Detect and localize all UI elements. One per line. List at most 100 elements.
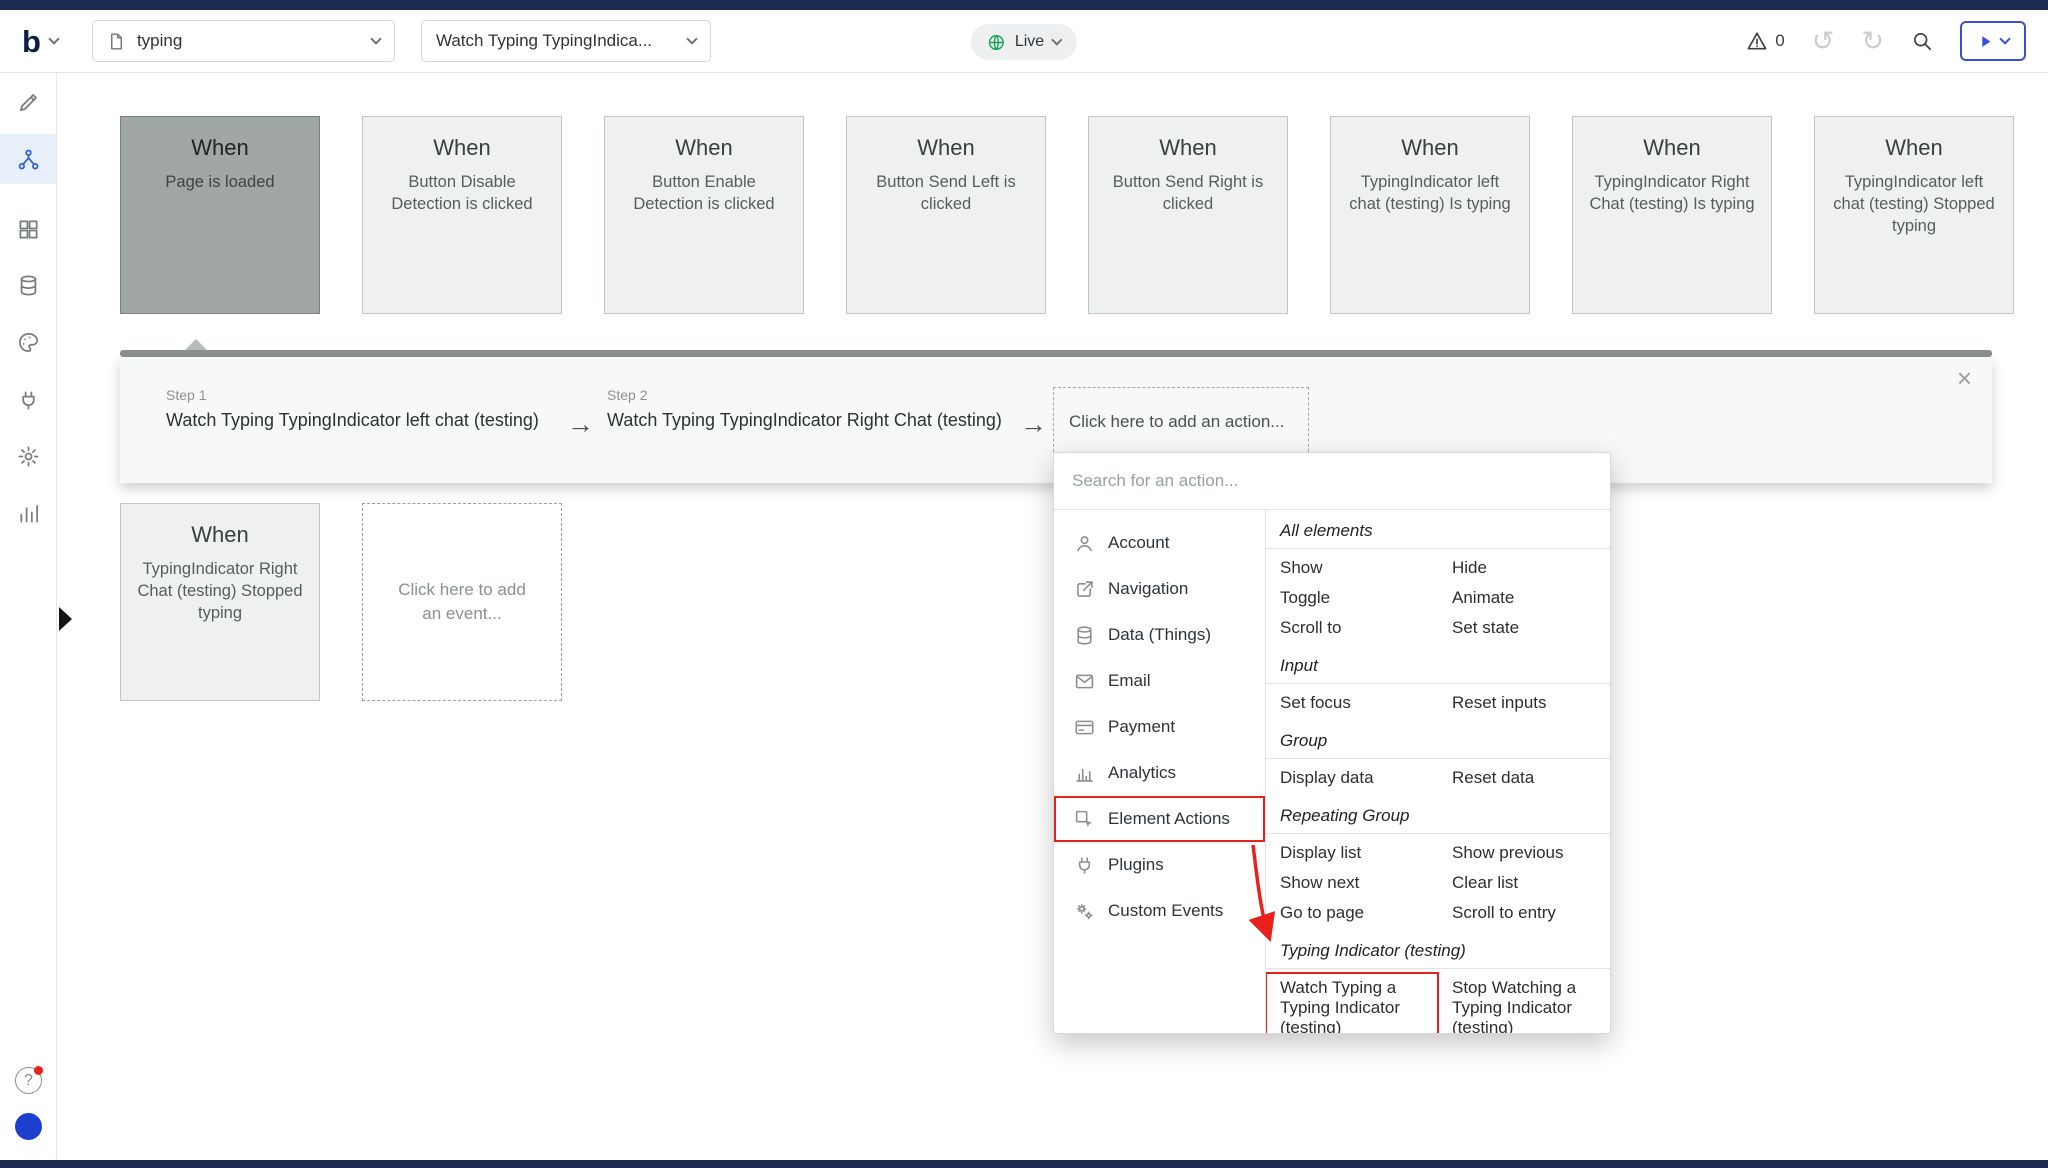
- event-card[interactable]: WhenTypingIndicator Right Chat (testing)…: [1572, 116, 1772, 314]
- category-label: Email: [1108, 671, 1151, 691]
- bottom-strip: [0, 1160, 2048, 1168]
- event-card[interactable]: WhenTypingIndicator Right Chat (testing)…: [120, 503, 320, 701]
- category-navigation[interactable]: Navigation: [1054, 566, 1265, 612]
- event-card[interactable]: WhenPage is loaded: [120, 116, 320, 314]
- sidebar-item-settings[interactable]: [0, 431, 56, 481]
- page-selector-value: typing: [137, 31, 361, 51]
- category-payment[interactable]: Payment: [1054, 704, 1265, 750]
- gears-icon: [1074, 901, 1095, 922]
- action-sections: All elementsShowHideToggleAnimateScroll …: [1266, 510, 1610, 1033]
- event-card[interactable]: WhenButton Disable Detection is clicked: [362, 116, 562, 314]
- event-card-subtitle: Button Enable Detection is clicked: [617, 172, 791, 216]
- payment-icon: [1074, 717, 1095, 738]
- action-item-clear-list[interactable]: Clear list: [1438, 868, 1610, 898]
- category-element-actions[interactable]: Element Actions: [1054, 796, 1265, 842]
- toolbar: b typing Watch Typing TypingIndica... Li…: [0, 10, 2048, 73]
- sidebar-item-logs[interactable]: [0, 488, 56, 538]
- action-item-display-data[interactable]: Display data: [1266, 763, 1438, 793]
- category-analytics[interactable]: Analytics: [1054, 750, 1265, 796]
- sidebar-items: [0, 73, 56, 1160]
- undo-icon[interactable]: ↺: [1812, 28, 1835, 55]
- section-items: Display listShow previousShow nextClear …: [1266, 834, 1610, 932]
- panel-scrollbar[interactable]: [120, 350, 1992, 357]
- workflow-selector[interactable]: Watch Typing TypingIndica...: [421, 20, 711, 62]
- event-card-title: When: [1101, 135, 1275, 161]
- page-selector[interactable]: typing: [92, 20, 395, 62]
- step-name: Watch Typing TypingIndicator left chat (…: [166, 410, 539, 431]
- add-event-button[interactable]: Click here to add an event...: [362, 503, 562, 701]
- section-header: Group: [1266, 722, 1610, 759]
- collapse-arrow-icon[interactable]: [59, 607, 72, 631]
- add-action-button[interactable]: Click here to add an action...: [1053, 387, 1309, 457]
- help-button[interactable]: ?: [15, 1067, 42, 1094]
- action-item-show-next[interactable]: Show next: [1266, 868, 1438, 898]
- category-label: Element Actions: [1108, 809, 1230, 829]
- workflow-icon: [17, 148, 40, 171]
- chevron-down-icon: [686, 33, 697, 44]
- action-search-input[interactable]: [1072, 471, 1592, 491]
- action-item-show-previous[interactable]: Show previous: [1438, 838, 1610, 868]
- action-item-display-list[interactable]: Display list: [1266, 838, 1438, 868]
- category-label: Custom Events: [1108, 901, 1223, 921]
- category-account[interactable]: Account: [1054, 520, 1265, 566]
- action-item-stop-watching-a-typing-indicator-testing[interactable]: Stop Watching a Typing Indicator (testin…: [1438, 973, 1610, 1033]
- category-custom-events[interactable]: Custom Events: [1054, 888, 1265, 934]
- bubble-logo-menu[interactable]: b: [18, 26, 62, 57]
- action-item-set-state[interactable]: Set state: [1438, 613, 1610, 643]
- category-list: Account Navigation Data (Things) Email Payme…: [1054, 510, 1266, 1033]
- action-item-scroll-to-entry[interactable]: Scroll to entry: [1438, 898, 1610, 928]
- event-card-title: When: [1343, 135, 1517, 161]
- sidebar-item-data[interactable]: [0, 260, 56, 310]
- status-dot[interactable]: [15, 1113, 42, 1140]
- category-label: Navigation: [1108, 579, 1188, 599]
- event-card[interactable]: WhenButton Enable Detection is clicked: [604, 116, 804, 314]
- sidebar-item-styles[interactable]: [0, 317, 56, 367]
- action-item-scroll-to[interactable]: Scroll to: [1266, 613, 1438, 643]
- menu-section: Repeating GroupDisplay listShow previous…: [1266, 797, 1610, 932]
- plug-icon: [17, 389, 40, 412]
- chevron-down-icon: [1999, 33, 2010, 44]
- event-card[interactable]: When Button Send Left is clicked: [846, 116, 1046, 314]
- action-item-watch-typing-a-typing-indicator-testing[interactable]: Watch Typing a Typing Indicator (testing…: [1266, 973, 1438, 1033]
- search-icon[interactable]: [1911, 30, 1933, 52]
- email-icon: [1074, 671, 1095, 692]
- sidebar-item-workflow[interactable]: [0, 134, 56, 184]
- workflow-step-1[interactable]: Step 1 Watch Typing TypingIndicator left…: [166, 387, 539, 431]
- issues-indicator[interactable]: 0: [1746, 30, 1784, 52]
- chevron-down-icon: [48, 33, 59, 44]
- sidebar-item-design[interactable]: [0, 77, 56, 127]
- redo-icon[interactable]: ↻: [1861, 28, 1884, 55]
- sidebar-item-plugins[interactable]: [0, 375, 56, 425]
- sidebar-item-components[interactable]: [0, 204, 56, 254]
- version-selector[interactable]: Live: [971, 24, 1077, 60]
- database-icon: [17, 274, 40, 297]
- preview-run-button[interactable]: [1960, 21, 2026, 61]
- event-card[interactable]: WhenButton Send Right is clicked: [1088, 116, 1288, 314]
- action-item-go-to-page[interactable]: Go to page: [1266, 898, 1438, 928]
- section-header: Typing Indicator (testing): [1266, 932, 1610, 969]
- category-label: Data (Things): [1108, 625, 1211, 645]
- category-plugins[interactable]: Plugins: [1054, 842, 1265, 888]
- category-email[interactable]: Email: [1054, 658, 1265, 704]
- action-item-toggle[interactable]: Toggle: [1266, 583, 1438, 613]
- action-item-show[interactable]: Show: [1266, 553, 1438, 583]
- bubble-logo: b: [22, 26, 41, 57]
- event-card-title: When: [1827, 135, 2001, 161]
- workflow-step-2[interactable]: Step 2 Watch Typing TypingIndicator Righ…: [607, 387, 1002, 431]
- event-card[interactable]: When TypingIndicator left chat (testing) …: [1814, 116, 2014, 314]
- event-card-title: When: [859, 135, 1033, 161]
- action-item-reset-data[interactable]: Reset data: [1438, 763, 1610, 793]
- event-card[interactable]: WhenTypingIndicator left chat (testing) …: [1330, 116, 1530, 314]
- events-row-1: WhenPage is loadedWhenButton Disable Det…: [120, 116, 2014, 314]
- event-card-subtitle: Button Send Left is clicked: [859, 172, 1033, 216]
- warning-icon: [1746, 30, 1768, 52]
- menu-section: InputSet focusReset inputs: [1266, 647, 1610, 722]
- action-item-set-focus[interactable]: Set focus: [1266, 688, 1438, 718]
- close-icon[interactable]: ×: [1957, 365, 1972, 391]
- action-item-hide[interactable]: Hide: [1438, 553, 1610, 583]
- action-search-bar: [1054, 453, 1610, 510]
- event-card-subtitle: TypingIndicator left chat (testing) Stop…: [1827, 172, 2001, 237]
- action-item-reset-inputs[interactable]: Reset inputs: [1438, 688, 1610, 718]
- category-data-things[interactable]: Data (Things): [1054, 612, 1265, 658]
- action-item-animate[interactable]: Animate: [1438, 583, 1610, 613]
